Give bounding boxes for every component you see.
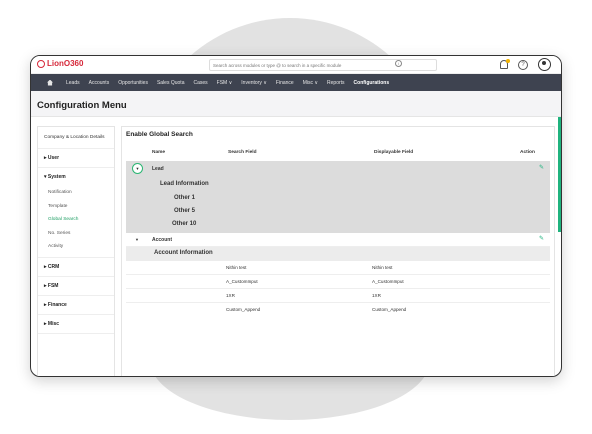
nav-misc[interactable]: Misc ∨	[303, 80, 318, 86]
row-name-lead: Lead	[152, 166, 164, 172]
panel-title: Enable Global Search	[126, 131, 193, 138]
search-field-value: Custom_Append	[226, 307, 261, 312]
sidebar-item-no-series[interactable]: No. Series	[38, 227, 114, 241]
sidebar-item-notification[interactable]: Notification	[38, 186, 114, 200]
logo-text: LionO360	[47, 59, 84, 68]
sidebar-item-activity[interactable]: Activity	[38, 240, 114, 254]
table-row-account[interactable]: ▼ Account ✎	[126, 233, 550, 247]
sidebar-item-user[interactable]: ▸ User	[38, 149, 114, 168]
config-sidebar: Company & Location Details ▸ User ▾ Syst…	[37, 126, 115, 376]
col-name: Name	[152, 150, 166, 155]
search-field-value: A_CustomInput	[226, 279, 258, 284]
nav-accounts[interactable]: Accounts	[89, 80, 110, 86]
display-field-value: Custom_Append	[372, 307, 407, 312]
nav-fsm[interactable]: FSM ∨	[217, 80, 233, 86]
bell-icon[interactable]	[500, 59, 510, 69]
table-row: Nithin test Nithin test	[126, 261, 550, 275]
sidebar-label-misc: Misc	[47, 320, 60, 327]
top-bar: LionO360 Search across modules or type @…	[31, 56, 561, 74]
group-label: Account Information	[154, 250, 213, 256]
sidebar-label-fsm: FSM	[47, 282, 59, 289]
page-title: Configuration Menu	[37, 100, 127, 111]
list-item: Other 1	[174, 195, 196, 201]
sidebar-item-fsm[interactable]: ▸ FSM	[38, 277, 114, 296]
sidebar-item-finance[interactable]: ▸ Finance	[38, 296, 114, 315]
avatar[interactable]	[538, 58, 551, 71]
sidebar-label-finance: Finance	[47, 301, 67, 308]
sidebar-item-template[interactable]: Template	[38, 200, 114, 214]
global-search-panel: Enable Global Search Name Search Field D…	[121, 126, 555, 376]
nav-leads[interactable]: Leads	[66, 80, 80, 86]
group-lead-information: Lead Information	[160, 181, 209, 187]
display-field-value: 1XR	[372, 293, 381, 298]
help-icon[interactable]: ?	[518, 59, 528, 70]
nav-cases[interactable]: Cases	[193, 80, 207, 86]
app-window: LionO360 Search across modules or type @…	[30, 55, 562, 377]
expand-icon[interactable]: ▼	[135, 237, 139, 242]
search-field-value: 1XR	[226, 293, 235, 298]
edit-icon[interactable]: ✎	[539, 164, 544, 171]
search-field-value: Nithin test	[226, 265, 247, 270]
col-action: Action	[520, 150, 535, 155]
display-field-value: A_CustomInput	[372, 279, 404, 284]
lead-expanded: Lead Information Other 1 Other 5 Other 1…	[126, 177, 550, 233]
list-item: Other 5	[174, 208, 196, 214]
logo-icon	[37, 59, 45, 68]
info-icon[interactable]: i	[395, 60, 402, 67]
sidebar-item-misc[interactable]: ▸ Misc	[38, 315, 114, 334]
sidebar-label-user: User	[47, 155, 60, 161]
title-bar: Configuration Menu	[31, 91, 561, 117]
col-displayable-field: Displayable Field	[374, 150, 414, 155]
table-row: 1XR 1XR	[126, 289, 550, 303]
home-icon[interactable]	[47, 79, 53, 86]
display-field-value: Nithin test	[372, 265, 393, 270]
table-row-lead[interactable]: ▼ Lead ✎	[126, 161, 550, 177]
nav-configurations[interactable]: Configurations	[354, 80, 390, 86]
edit-icon[interactable]: ✎	[539, 235, 544, 242]
main-nav: Leads Accounts Opportunities Sales Quota…	[31, 74, 561, 91]
notification-dot	[506, 59, 510, 63]
group-account-information: Account Information	[126, 247, 550, 261]
list-item: Other 10	[172, 221, 197, 227]
sidebar-label-crm: CRM	[47, 263, 60, 270]
sidebar-label-system: System	[47, 174, 66, 180]
global-search-input[interactable]: Search across modules or type @ to searc…	[209, 59, 437, 71]
table-header: Name Search Field Displayable Field Acti…	[126, 146, 550, 160]
nav-finance[interactable]: Finance	[276, 80, 294, 86]
table-row: A_CustomInput A_CustomInput	[126, 275, 550, 289]
table-row: Custom_Append Custom_Append	[126, 303, 550, 317]
row-name-account: Account	[152, 237, 172, 243]
sidebar-item-crm[interactable]: ▸ CRM	[38, 258, 114, 277]
sidebar-item-system[interactable]: ▾ System	[38, 168, 114, 186]
col-search-field: Search Field	[228, 150, 257, 155]
logo: LionO360	[37, 59, 83, 68]
nav-opportunities[interactable]: Opportunities	[118, 80, 148, 86]
nav-sales-quota[interactable]: Sales Quota	[157, 80, 185, 86]
nav-inventory[interactable]: Inventory ∨	[241, 80, 267, 86]
top-icons: ?	[500, 58, 551, 71]
sidebar-item-company-location[interactable]: Company & Location Details	[38, 127, 114, 149]
collapse-icon[interactable]: ▼	[132, 163, 143, 174]
sidebar-item-global-search[interactable]: Global Search	[38, 213, 114, 227]
nav-reports[interactable]: Reports	[327, 80, 345, 86]
